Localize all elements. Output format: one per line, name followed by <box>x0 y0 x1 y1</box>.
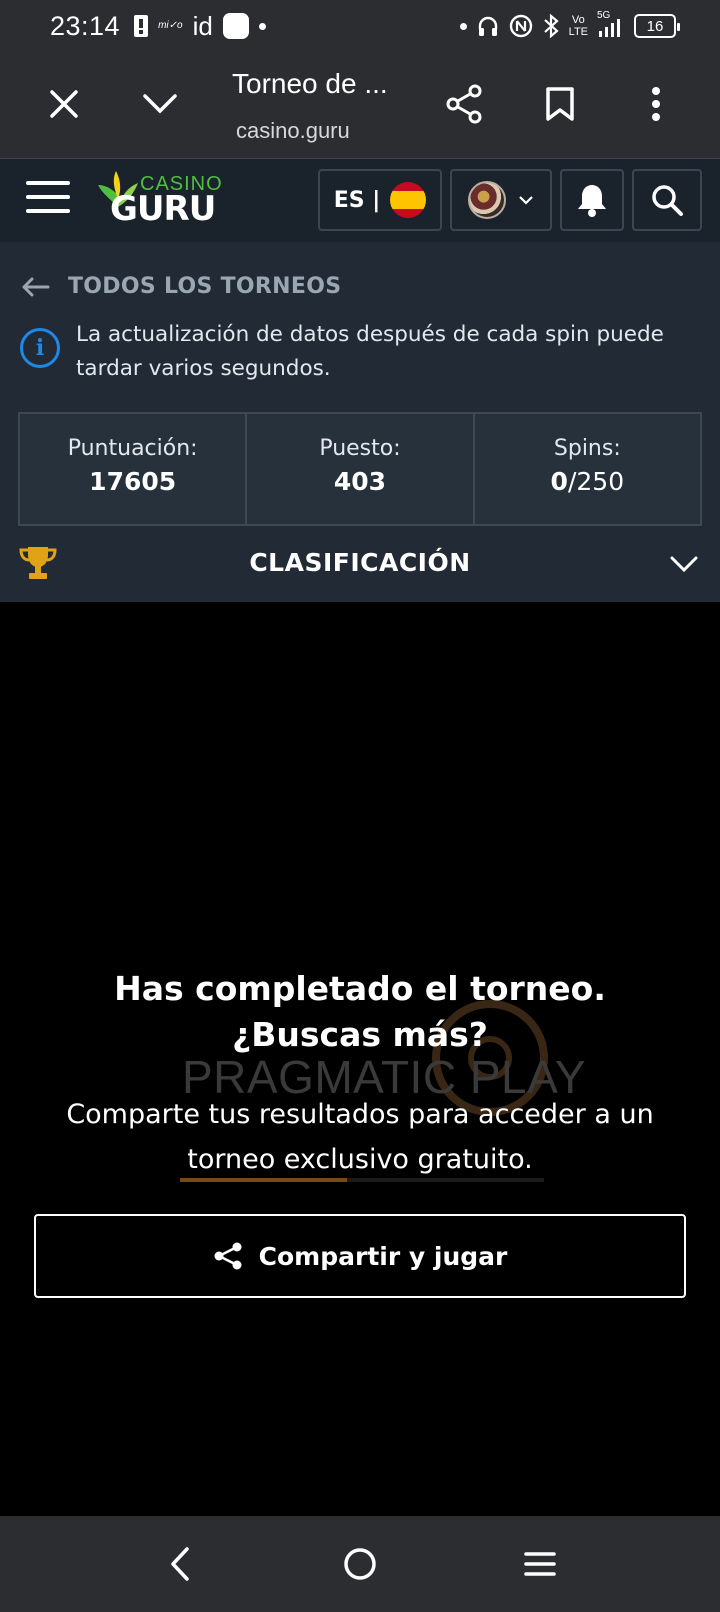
headphones-icon <box>478 16 497 36</box>
logo-guru-text: GURU <box>110 189 216 229</box>
page-title: Torneo de ... <box>232 68 388 99</box>
id-icon: id <box>192 10 213 41</box>
menu-button[interactable] <box>26 181 70 217</box>
home-button[interactable] <box>336 1540 384 1588</box>
leaderboard-label: CLASIFICACIÓN <box>249 548 471 577</box>
status-bar: 23:14 mi✓o id Vo LTE 5G 16 <box>0 0 720 52</box>
page-url[interactable]: casino.guru <box>236 118 350 144</box>
loading-bar-fill <box>180 1178 348 1182</box>
recents-button[interactable] <box>516 1540 564 1588</box>
share-icon <box>446 84 482 124</box>
close-icon <box>50 90 78 118</box>
spins-total: /250 <box>567 467 625 496</box>
arrow-left-icon <box>22 277 50 296</box>
share-icon <box>214 1242 242 1270</box>
info-icon: i <box>20 328 60 368</box>
search-icon <box>652 185 683 216</box>
site-header: CASINO GURU ES | <box>0 158 720 242</box>
home-circle-icon <box>344 1548 376 1580</box>
spins-value: 0/250 <box>475 467 700 496</box>
volte-indicator: Vo LTE <box>569 14 588 38</box>
battery-level: 16 <box>646 17 664 35</box>
bell-icon <box>578 185 606 217</box>
clock: 23:14 <box>50 10 121 41</box>
leaderboard-toggle[interactable]: CLASIFICACIÓN <box>0 526 720 602</box>
nfc-icon <box>509 14 532 38</box>
menu-lines-icon <box>524 1552 556 1576</box>
bookmark-button[interactable] <box>536 80 584 128</box>
chevron-down-icon <box>519 196 533 205</box>
dot-icon <box>258 22 266 30</box>
minimize-button[interactable] <box>136 80 184 128</box>
back-button[interactable] <box>156 1540 204 1588</box>
more-options-button[interactable] <box>632 80 680 128</box>
completion-subtitle: Comparte tus resultados para acceder a u… <box>66 1099 654 1175</box>
notifications-button[interactable] <box>560 169 624 231</box>
completion-title: Has completado el torneo. ¿Buscas más? <box>114 969 606 1054</box>
carrier-icon: mi✓o <box>158 20 183 31</box>
casino-guru-logo[interactable]: CASINO GURU <box>96 169 226 233</box>
close-tab-button[interactable] <box>40 80 88 128</box>
volte-bottom: LTE <box>568 26 588 38</box>
battery-icon: 16 <box>634 14 680 38</box>
chevron-down-icon <box>670 556 698 572</box>
stats-box: Puntuación: 17605 Puesto: 403 Spins: 0/2… <box>18 412 702 526</box>
share-and-play-button[interactable]: Compartir y jugar <box>34 1214 686 1298</box>
score-label: Puntuación: <box>67 436 198 461</box>
account-menu[interactable] <box>450 169 552 231</box>
menu-icon-bar <box>26 209 70 213</box>
back-label: TODOS LOS TORNEOS <box>68 274 342 299</box>
spain-flag-icon <box>390 182 427 218</box>
spins-label: Spins: <box>553 436 621 461</box>
rank-label: Puesto: <box>319 436 401 461</box>
network-type: 5G <box>597 10 611 21</box>
share-page-button[interactable] <box>440 80 488 128</box>
search-button[interactable] <box>632 169 702 231</box>
back-icon <box>171 1547 189 1581</box>
score-value: 17605 <box>89 467 177 496</box>
spins-used: 0 <box>550 467 568 496</box>
chevron-down-icon <box>143 94 177 114</box>
rank-stat: Puesto: 403 <box>245 414 472 524</box>
bluetooth-icon <box>543 13 559 39</box>
bookmark-icon <box>546 87 574 121</box>
volte-top: Vo <box>571 14 585 26</box>
share-button-label: Compartir y jugar <box>258 1241 508 1271</box>
loading-bar <box>180 1178 544 1182</box>
alert-icon <box>134 15 149 37</box>
info-notice: i La actualización de datos después de c… <box>20 318 710 386</box>
rank-value: 403 <box>333 467 387 496</box>
spins-stat: Spins: 0/250 <box>472 414 700 524</box>
app-icon <box>222 13 249 39</box>
menu-icon-bar <box>26 195 70 199</box>
menu-icon-bar <box>26 181 70 185</box>
game-frame[interactable]: PRAGMATIC PLAY Has completado el torneo.… <box>0 602 720 1516</box>
browser-toolbar: Torneo de ... casino.guru <box>0 52 720 158</box>
system-nav-bar <box>0 1516 720 1612</box>
language-label: ES | <box>333 187 381 213</box>
more-vertical-icon <box>652 87 660 121</box>
language-selector[interactable]: ES | <box>318 169 442 231</box>
score-stat: Puntuación: 17605 <box>20 414 245 524</box>
avatar <box>468 181 506 219</box>
back-to-tournaments-link[interactable]: TODOS LOS TORNEOS <box>20 274 341 299</box>
info-text: La actualización de datos después de cad… <box>76 322 664 381</box>
dot-icon <box>459 22 467 30</box>
signal-icon: 5G <box>597 10 625 39</box>
